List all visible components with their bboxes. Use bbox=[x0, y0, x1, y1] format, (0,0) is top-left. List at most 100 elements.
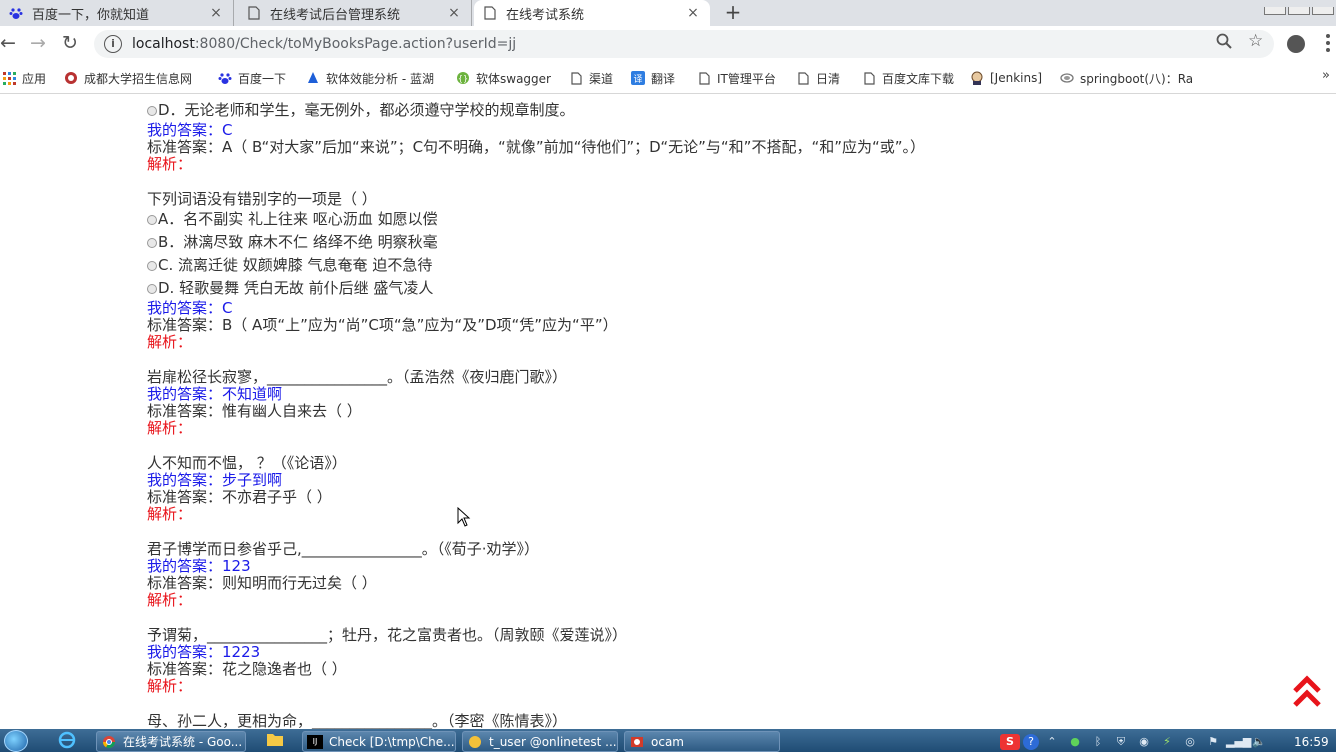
signal-icon[interactable]: ▂▄▆ bbox=[1226, 734, 1251, 750]
chrome-icon bbox=[101, 735, 117, 749]
radio-icon[interactable] bbox=[147, 261, 157, 271]
close-icon[interactable]: × bbox=[207, 5, 225, 21]
taskbar-intellij[interactable]: IJ Check [D:\tmp\Che... bbox=[302, 731, 456, 752]
url-text[interactable]: localhost:8080/Check/toMyBooksPage.actio… bbox=[132, 36, 516, 52]
bookmark-swagger[interactable]: {} 软体swagger bbox=[456, 70, 551, 86]
page-icon bbox=[246, 5, 262, 21]
file-explorer-icon[interactable] bbox=[262, 731, 288, 751]
bookmark-apps[interactable]: 应用 bbox=[2, 70, 46, 86]
info-icon[interactable]: i bbox=[104, 35, 122, 53]
maximize-icon[interactable] bbox=[1288, 7, 1310, 15]
analysis-label: 解析： bbox=[147, 155, 193, 173]
bookmarks-overflow-icon[interactable]: » bbox=[1322, 68, 1330, 83]
option-a[interactable]: A．名不副实 礼上往来 呕心沥血 如愿以偿 bbox=[147, 211, 438, 228]
network-icon[interactable]: ◉ bbox=[1134, 734, 1154, 750]
tab-strip: 百度一下，你就知道 × 在线考试后台管理系统 × 在线考试系统 × + bbox=[0, 0, 1336, 26]
my-answer: 我的答案：C bbox=[147, 299, 233, 317]
bookmarks-bar: 应用 成都大学招生信息网 百度一下 软体效能分析 - 蓝湖 {} 软体swagg… bbox=[0, 62, 1336, 94]
bookmark-qudao[interactable]: 渠道 bbox=[569, 70, 613, 86]
bookmark-cdu[interactable]: 成都大学招生信息网 bbox=[64, 70, 200, 86]
close-window-icon[interactable] bbox=[1312, 7, 1334, 15]
back-arrow-icon[interactable]: ← bbox=[0, 32, 20, 56]
taskbar-clock[interactable]: 16:59 bbox=[1294, 735, 1329, 749]
analysis-label: 解析： bbox=[147, 677, 193, 695]
bookmark-riqing[interactable]: 日清 bbox=[796, 70, 840, 86]
tab-baidu[interactable]: 百度一下，你就知道 × bbox=[0, 0, 234, 26]
baidu-paw-icon bbox=[8, 5, 24, 21]
forward-arrow-icon[interactable]: → bbox=[26, 32, 50, 56]
bookmark-it[interactable]: IT管理平台 bbox=[697, 70, 776, 86]
lightning-icon[interactable]: ⚡ bbox=[1157, 734, 1177, 750]
bookmark-label: 翻译 bbox=[651, 71, 676, 86]
back-to-top-icon[interactable] bbox=[1292, 675, 1322, 709]
radio-icon[interactable] bbox=[147, 106, 157, 116]
ocam-icon bbox=[629, 735, 645, 749]
profile-avatar-icon[interactable] bbox=[1287, 35, 1305, 53]
close-icon[interactable]: × bbox=[445, 5, 463, 21]
standard-answer: 标准答案：惟有幽人自来去（ ） bbox=[147, 402, 362, 420]
option-d[interactable]: D．无论老师和学生，毫无例外，都必须遵守学校的规章制度。 bbox=[147, 102, 575, 119]
bookmark-baidu[interactable]: 百度一下 bbox=[218, 70, 286, 86]
my-answer: 我的答案：不知道啊 bbox=[147, 385, 283, 403]
radio-icon[interactable] bbox=[147, 238, 157, 248]
radio-icon[interactable] bbox=[147, 215, 157, 225]
zoom-icon[interactable] bbox=[1216, 33, 1232, 53]
my-answer: 我的答案：步子到啊 bbox=[147, 471, 283, 489]
bookmark-wenku[interactable]: 百度文库下载 bbox=[862, 70, 954, 86]
bookmark-label: 渠道 bbox=[589, 71, 614, 86]
url-host: localhost bbox=[132, 36, 195, 52]
bookmark-springboot[interactable]: springboot(八)：Ra bbox=[1060, 70, 1196, 86]
database-icon bbox=[467, 735, 483, 749]
address-bar[interactable]: i localhost:8080/Check/toMyBooksPage.act… bbox=[94, 30, 1274, 58]
update-icon[interactable]: ◎ bbox=[1180, 734, 1200, 750]
option-b[interactable]: B．淋漓尽致 麻木不仁 络绎不绝 明察秋毫 bbox=[147, 234, 438, 251]
page-icon bbox=[569, 71, 583, 85]
url-path: :8080/Check/toMyBooksPage.action?userId=… bbox=[194, 36, 517, 52]
option-d[interactable]: D. 轻歌曼舞 凭白无故 前仆后继 盛气凌人 bbox=[147, 280, 433, 297]
bookmark-jenkins[interactable]: [Jenkins] bbox=[970, 70, 1042, 86]
bluetooth-icon[interactable]: ᛒ bbox=[1088, 734, 1108, 750]
windows-start-icon[interactable] bbox=[4, 730, 28, 752]
sogou-ime-icon[interactable]: S bbox=[1000, 733, 1020, 750]
standard-answer: 标准答案：B（ A项“上”应为“尚”C项“急”应为“及”D项“凭”应为“平”） bbox=[147, 316, 618, 334]
tray-overflow-icon[interactable]: ⌃ bbox=[1042, 734, 1062, 750]
ie-icon[interactable] bbox=[54, 731, 80, 751]
bookmark-lanhu[interactable]: 软体效能分析 - 蓝湖 bbox=[306, 70, 434, 86]
swagger-icon: {} bbox=[456, 71, 470, 85]
system-tray: S ? ⌃ ● ᛒ ⛨ ◉ ⚡ ◎ ⚑ ▂▄▆ 🔈 bbox=[1000, 731, 1336, 752]
volume-icon[interactable]: 🔈 bbox=[1249, 734, 1269, 750]
new-tab-button[interactable]: + bbox=[722, 0, 744, 26]
question-stem: 君子博学而日参省乎己,________________。（《荀子·劝学》） bbox=[147, 540, 540, 558]
help-icon[interactable]: ? bbox=[1023, 733, 1039, 750]
translate-icon: 译 bbox=[631, 71, 645, 85]
jenkins-icon bbox=[970, 71, 984, 85]
lanhu-icon bbox=[306, 71, 320, 85]
menu-kebab-icon[interactable] bbox=[1326, 34, 1330, 54]
analysis-label: 解析： bbox=[147, 505, 193, 523]
close-icon[interactable]: × bbox=[684, 5, 702, 21]
page-icon bbox=[862, 71, 876, 85]
bookmark-translate[interactable]: 译 翻译 bbox=[631, 70, 675, 86]
minimize-icon[interactable] bbox=[1264, 7, 1286, 15]
browser-toolbar: ← → ↻ i localhost:8080/Check/toMyBooksPa… bbox=[0, 26, 1336, 62]
wechat-icon[interactable]: ● bbox=[1065, 734, 1085, 750]
option-c[interactable]: C. 流离迁徙 奴颜婢膝 气息奄奄 迫不急待 bbox=[147, 257, 432, 274]
page-icon bbox=[482, 5, 498, 21]
taskbar-ocam[interactable]: ocam bbox=[624, 731, 780, 752]
bookmark-label: IT管理平台 bbox=[717, 71, 776, 86]
window-controls[interactable] bbox=[1262, 0, 1336, 15]
tab-exam-active[interactable]: 在线考试系统 × bbox=[474, 0, 710, 26]
taskbar-database[interactable]: t_user @onlinetest ... bbox=[462, 731, 618, 752]
analysis-label: 解析： bbox=[147, 419, 193, 437]
tab-admin[interactable]: 在线考试后台管理系统 × bbox=[238, 0, 472, 26]
bookmark-label: 应用 bbox=[22, 71, 47, 86]
question-stem: 岩扉松径长寂寥，________________。（孟浩然《夜归鹿门歌》） bbox=[147, 368, 568, 386]
bookmark-label: 日清 bbox=[816, 71, 841, 86]
bookmark-star-icon[interactable]: ☆ bbox=[1248, 31, 1263, 51]
flag-icon[interactable]: ⚑ bbox=[1203, 734, 1223, 750]
taskbar-chrome[interactable]: 在线考试系统 - Goo... bbox=[96, 731, 246, 752]
shield-icon[interactable]: ⛨ bbox=[1111, 734, 1131, 750]
page-icon bbox=[697, 71, 711, 85]
reload-icon[interactable]: ↻ bbox=[58, 32, 82, 56]
radio-icon[interactable] bbox=[147, 284, 157, 294]
